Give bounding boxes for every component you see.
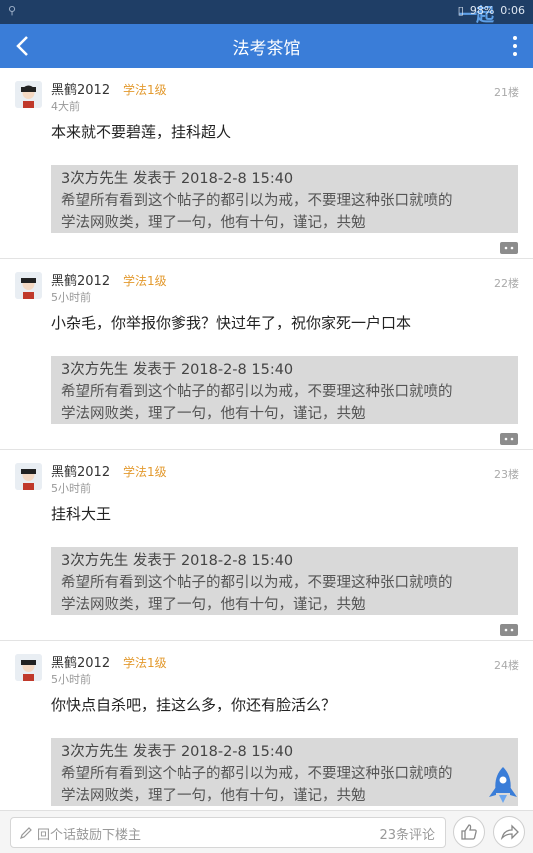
quote-line: 希望所有看到这个帖子的都引以为戒，不要理这种张口就喷的 — [61, 193, 453, 209]
quote-line: 希望所有看到这个帖子的都引以为戒，不要理这种张口就喷的 — [61, 384, 453, 400]
avatar[interactable] — [15, 463, 42, 490]
comment-icon — [500, 242, 518, 254]
comment-icon — [500, 624, 518, 636]
post-time: 5小时前 — [51, 482, 91, 495]
more-vertical-icon — [511, 36, 519, 56]
user-level: 学法1级 — [123, 465, 167, 479]
usb-icon: ⚲ — [8, 4, 17, 17]
reply-button[interactable] — [500, 239, 518, 254]
username[interactable]: 黑鹤2012 — [51, 652, 110, 671]
nav-bar: 法考茶馆 — [0, 24, 533, 68]
status-bar: ⚲ 一起 ▯ 98% 0:06 — [0, 0, 533, 26]
avatar[interactable] — [15, 654, 42, 681]
comment-icon — [500, 433, 518, 445]
user-level: 学法1级 — [123, 274, 167, 288]
share-icon — [500, 824, 519, 841]
username[interactable]: 黑鹤2012 — [51, 79, 110, 98]
avatar-icon — [15, 81, 42, 108]
avatar-icon — [15, 463, 42, 490]
reply-placeholder: 回个话鼓励下楼主 — [37, 828, 142, 843]
quote-line: 学法网败类，理了一句，他有十句，谨记，共勉 — [61, 215, 366, 231]
quote-line: 希望所有看到这个帖子的都引以为戒，不要理这种张口就喷的 — [61, 575, 453, 591]
post-item: 黑鹤2012 学法1级 5小时前 23楼 挂科大王 3次方先生 发表于 2018… — [0, 450, 533, 641]
username[interactable]: 黑鹤2012 — [51, 270, 110, 289]
post-time: 4大前 — [51, 100, 80, 113]
like-button[interactable] — [453, 816, 485, 848]
post-item: 黑鹤2012 学法1级 4大前 21楼 本来就不要碧莲，挂科超人 3次方先生 发… — [0, 68, 533, 259]
post-item: 黑鹤2012 学法1级 5小时前 22楼 小杂毛，你举报你爹我？快过年了，祝你家… — [0, 259, 533, 450]
quote-block: 3次方先生 发表于 2018-2-8 15:40 希望所有看到这个帖子的都引以为… — [51, 165, 518, 233]
post-item: 黑鹤2012 学法1级 5小时前 24楼 你快点自杀吧，挂这么多，你还有脸活么？… — [0, 641, 533, 810]
avatar-icon — [15, 272, 42, 299]
battery-text: 98% — [469, 4, 495, 17]
floor-number: 21楼 — [494, 86, 519, 99]
reply-button[interactable] — [500, 430, 518, 445]
quote-header: 3次方先生 发表于 2018-2-8 15:40 — [61, 171, 294, 187]
post-time: 5小时前 — [51, 673, 91, 686]
quote-block: 3次方先生 发表于 2018-2-8 15:40 希望所有看到这个帖子的都引以为… — [51, 547, 518, 615]
user-level: 学法1级 — [123, 83, 167, 97]
vibrate-icon: ▯ — [457, 4, 464, 17]
quote-header: 3次方先生 发表于 2018-2-8 15:40 — [61, 553, 294, 569]
quote-line: 学法网败类，理了一句，他有十句，谨记，共勉 — [61, 597, 366, 613]
comment-count[interactable]: 23条评论 — [379, 824, 435, 843]
post-content: 小杂毛，你举报你爹我？快过年了，祝你家死一户口本 — [51, 314, 412, 332]
post-content: 你快点自杀吧，挂这么多，你还有脸活么？ — [51, 696, 337, 714]
floor-number: 24楼 — [494, 659, 519, 672]
bottom-bar: 回个话鼓励下楼主 23条评论 — [0, 810, 533, 853]
post-list: 黑鹤2012 学法1级 4大前 21楼 本来就不要碧莲，挂科超人 3次方先生 发… — [0, 68, 533, 810]
post-time: 5小时前 — [51, 291, 91, 304]
avatar[interactable] — [15, 272, 42, 299]
quote-block: 3次方先生 发表于 2018-2-8 15:40 希望所有看到这个帖子的都引以为… — [51, 356, 518, 424]
reply-button[interactable] — [500, 621, 518, 636]
reply-input[interactable]: 回个话鼓励下楼主 23条评论 — [10, 817, 446, 848]
quote-line: 学法网败类，理了一句，他有十句，谨记，共勉 — [61, 406, 366, 422]
username[interactable]: 黑鹤2012 — [51, 461, 110, 480]
quote-header: 3次方先生 发表于 2018-2-8 15:40 — [61, 744, 294, 760]
clock: 0:06 — [500, 4, 525, 17]
avatar-icon — [15, 654, 42, 681]
quote-block: 3次方先生 发表于 2018-2-8 15:40 希望所有看到这个帖子的都引以为… — [51, 738, 518, 806]
user-level: 学法1级 — [123, 656, 167, 670]
post-content: 本来就不要碧莲，挂科超人 — [51, 123, 232, 141]
more-button[interactable] — [511, 33, 519, 59]
page-title: 法考茶馆 — [232, 39, 301, 59]
quote-line: 希望所有看到这个帖子的都引以为戒，不要理这种张口就喷的 — [61, 766, 453, 782]
floor-number: 22楼 — [494, 277, 519, 290]
quote-header: 3次方先生 发表于 2018-2-8 15:40 — [61, 362, 294, 378]
floor-number: 23楼 — [494, 468, 519, 481]
thumbs-up-icon — [461, 824, 477, 840]
pencil-icon — [20, 827, 32, 839]
avatar[interactable] — [15, 81, 42, 108]
back-to-top-button[interactable] — [486, 765, 520, 805]
post-content: 挂科大王 — [51, 505, 112, 523]
share-button[interactable] — [493, 816, 525, 848]
quote-line: 学法网败类，理了一句，他有十句，谨记，共勉 — [61, 788, 366, 804]
rocket-icon — [489, 767, 517, 803]
